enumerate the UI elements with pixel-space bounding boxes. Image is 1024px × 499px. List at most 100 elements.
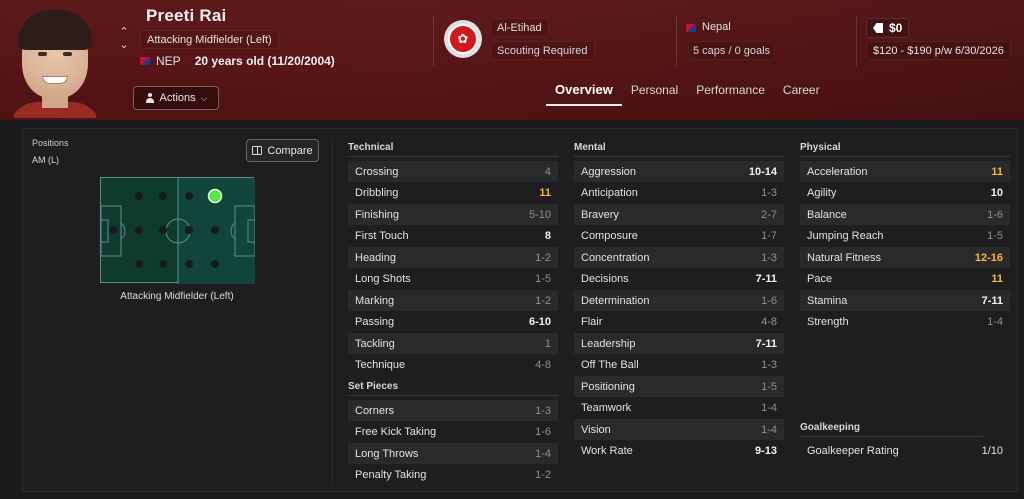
attribute-value: 1-4 [535,447,551,460]
tab-personal[interactable]: Personal [622,80,687,106]
attribute-row[interactable]: Concentration 1-3 [574,247,784,268]
player-nationality-row: NEP 20 years old (11/20/2004) [140,52,335,70]
attribute-row[interactable]: Jumping Reach 1-5 [800,226,1010,247]
attribute-value: 1-5 [761,380,777,393]
club-crest-inner: ✿ [448,24,478,54]
group-rule [348,156,558,157]
attribute-value: 1-2 [535,251,551,264]
actions-button[interactable]: Actions ⌵ [133,86,219,110]
attribute-value: 1-6 [535,426,551,438]
attribute-value: 1 [544,337,551,350]
attribute-row[interactable]: Aggression 10-14 [574,161,784,182]
attribute-row[interactable]: Anticipation 1-3 [574,183,784,204]
attribute-row[interactable]: Vision 1-4 [574,419,784,440]
attribute-row[interactable]: Natural Fitness 12-16 [800,247,1010,268]
international-caps: 5 caps / 0 goals [688,41,776,60]
attribute-row[interactable]: Flair 4-8 [574,312,784,333]
club-name[interactable]: Al-Etihad [490,18,549,37]
pitch-left-arc [120,222,126,240]
position-dot [211,260,219,268]
nation-name-row[interactable]: Nepal [686,18,731,37]
attribute-row[interactable]: Technique 4-8 [348,355,558,376]
scouting-status: Scouting Required [490,41,595,60]
attribute-label: Finishing [355,208,400,221]
attribute-row[interactable]: First Touch 8 [348,226,558,247]
tab-overview[interactable]: Overview [546,80,622,106]
attribute-row[interactable]: Balance 1-6 [800,204,1010,225]
attribute-row[interactable]: Pace 11 [800,269,1010,290]
attribute-row[interactable]: Positioning 1-5 [574,376,784,397]
attribute-label: Natural Fitness [807,251,881,264]
club-crest-icon[interactable]: ✿ [444,20,482,58]
profile-tabs: Overview Personal Performance Career [546,80,829,106]
attribute-value: 4-8 [761,316,777,328]
attribute-row[interactable]: Dribbling 11 [348,183,558,204]
attribute-value: 1-2 [535,294,551,307]
price-tag-icon [873,23,883,33]
position-caption: Attacking Midfielder (Left) [120,291,234,302]
attribute-row[interactable]: Determination 1-6 [574,290,784,311]
tab-career[interactable]: Career [774,80,829,106]
arrow-down-icon[interactable]: ⌄ [117,39,131,52]
attribute-value: 1-5 [987,230,1003,242]
attribute-label: Aggression [581,165,637,178]
position-dot [135,260,143,268]
attribute-label: Determination [581,294,650,307]
attribute-row[interactable]: Long Shots 1-5 [348,269,558,290]
attribute-row[interactable]: Work Rate 9-13 [574,441,784,462]
player-role: Attacking Midfielder (Left) [140,30,279,49]
attribute-row[interactable]: Acceleration 11 [800,161,1010,182]
attribute-row[interactable]: Passing 6-10 [348,312,558,333]
attribute-label: First Touch [355,230,409,242]
attribute-value: 5-10 [528,208,551,221]
person-icon [145,93,155,103]
technical-title: Technical [348,142,394,153]
attribute-value: 1-4 [761,423,777,436]
attribute-row[interactable]: Corners 1-3 [348,400,558,421]
attribute-label: Flair [581,316,603,328]
attribute-label: Heading [355,251,396,264]
attribute-row[interactable]: Marking 1-2 [348,290,558,311]
attribute-row[interactable]: Bravery 2-7 [574,204,784,225]
attribute-row[interactable]: Strength 1-4 [800,312,1010,333]
goalkeeping-title: Goalkeeping [800,422,861,433]
attribute-row[interactable]: Free Kick Taking 1-6 [348,422,558,443]
attribute-value: 10-14 [748,165,777,178]
attribute-row[interactable]: Agility 10 [800,183,1010,204]
attribute-row[interactable]: Composure 1-7 [574,226,784,247]
position-pitch [100,177,255,284]
attribute-row[interactable]: Decisions 7-11 [574,269,784,290]
position-dot [211,226,219,234]
compare-button[interactable]: Compare [246,139,319,162]
attribute-row[interactable]: Goalkeeper Rating 1/10 [800,440,1010,461]
attribute-row[interactable]: Crossing 4 [348,161,558,182]
attribute-value: 1-5 [535,273,551,285]
attribute-value: 12-16 [974,251,1003,264]
attribute-row[interactable]: Off The Ball 1-3 [574,355,784,376]
attribute-row[interactable]: Teamwork 1-4 [574,398,784,419]
active-position-dot [207,188,223,204]
attribute-value: 8 [544,230,551,242]
attribute-row[interactable]: Penalty Taking 1-2 [348,465,558,486]
position-dot [185,192,193,200]
arrow-up-icon[interactable]: ⌃ [117,26,131,39]
set-pieces-title: Set Pieces [348,381,399,392]
attribute-row[interactable]: Stamina 7-11 [800,290,1010,311]
attribute-value: 1-3 [761,251,777,264]
attribute-label: Marking [355,294,395,307]
attribute-label: Jumping Reach [807,230,884,242]
position-dot [159,226,167,234]
tab-performance[interactable]: Performance [687,80,774,106]
attribute-row[interactable]: Leadership 7-11 [574,333,784,354]
compare-label: Compare [267,144,313,157]
attribute-row[interactable]: Long Throws 1-4 [348,443,558,464]
nation-code: NEP [156,54,181,68]
column-divider [332,138,333,486]
position-dot [159,192,167,200]
group-rule [348,395,558,396]
player-nav-arrows[interactable]: ⌃ ⌄ [117,26,131,56]
attribute-row[interactable]: Finishing 5-10 [348,204,558,225]
attribute-row[interactable]: Heading 1-2 [348,247,558,268]
attribute-row[interactable]: Tackling 1 [348,333,558,354]
mental-title: Mental [574,142,606,153]
